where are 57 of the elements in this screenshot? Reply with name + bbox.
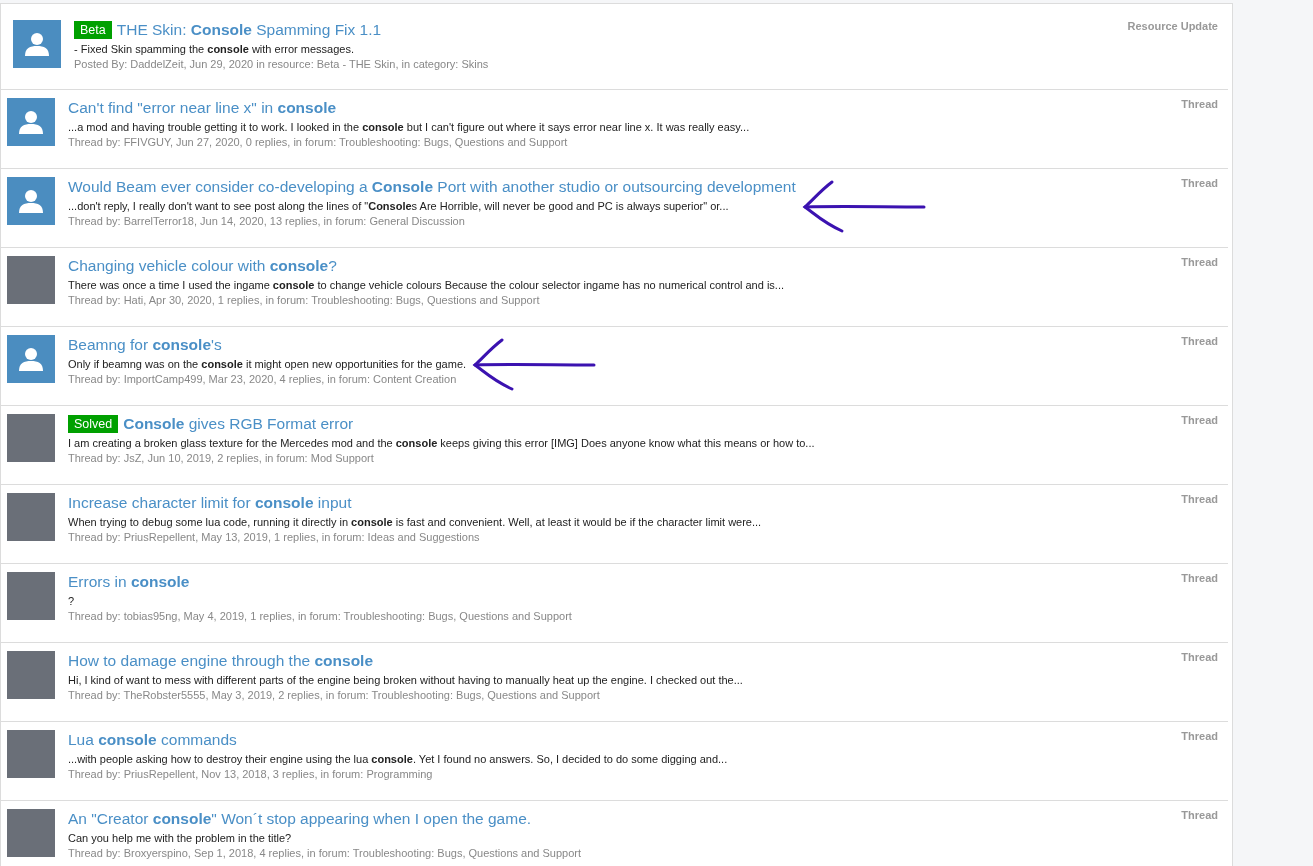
result-snippet: When trying to debug some lua code, running it directly in console is fast and convenient. Well, at least it would be if the character limit were... (68, 516, 762, 528)
result-type: Thread (1181, 414, 1218, 426)
avatar-icon[interactable] (7, 177, 55, 225)
result-meta: Thread by: Broxyerspino, Sep 1, 2018, 4 replies, in forum: Troubleshooting: Bugs, Questions and Support (68, 847, 582, 859)
avatar-icon[interactable] (7, 98, 55, 146)
result-title-link[interactable]: Console gives RGB Format error (123, 414, 354, 434)
result-meta: Thread by: ImportCamp499, Mar 23, 2020, 4 replies, in forum: Content Creation (68, 373, 458, 385)
result-meta: Thread by: tobias95ng, May 4, 2019, 1 replies, in forum: Troubleshooting: Bugs, Questions and Support (68, 610, 572, 622)
result-meta: Thread by: BarrelTerror18, Jun 14, 2020, 13 replies, in forum: General Discussion (68, 215, 466, 227)
result-snippet: ...a mod and having trouble getting it to work. I looked in the console but I can't figure out where it says error near line x. It was really easy... (68, 121, 750, 133)
prefix-label: Beta (74, 21, 112, 39)
result-snippet: ? (68, 595, 76, 607)
result-title-link[interactable]: Beamng for console's (68, 335, 222, 355)
result-type: Thread (1181, 730, 1218, 742)
result-type: Thread (1181, 809, 1218, 821)
result-type: Resource Update (1127, 20, 1218, 32)
result-title-link[interactable]: How to damage engine through the console (68, 651, 374, 671)
avatar-image[interactable] (7, 809, 55, 857)
result-snippet: Only if beamng was on the console it might open new opportunities for the game. (68, 358, 467, 370)
result-title-link[interactable]: Increase character limit for console input (68, 493, 352, 513)
avatar-image[interactable] (7, 493, 55, 541)
result-meta: Thread by: JsZ, Jun 10, 2019, 2 replies, in forum: Mod Support (68, 452, 375, 464)
result-meta: Thread by: TheRobster5555, May 3, 2019, 2 replies, in forum: Troubleshooting: Bugs, Questions and Support (68, 689, 601, 701)
prefix-label: Solved (68, 415, 119, 433)
result-title-link[interactable]: Can't find "error near line x" in console (68, 98, 337, 118)
result-type: Thread (1181, 651, 1218, 663)
avatar-image[interactable] (7, 414, 55, 462)
avatar-image[interactable] (7, 730, 55, 778)
result-title-link[interactable]: An "Creator console" Won´t stop appearing when I open the game. (68, 809, 532, 829)
avatar-icon[interactable] (7, 335, 55, 383)
result-snippet: Hi, I kind of want to mess with different parts of the engine being broken without having to manually heat up the engine. I checked out the... (68, 674, 743, 686)
result-title-link[interactable]: Lua console commands (68, 730, 237, 750)
result-snippet: There was once a time I used the ingame console to change vehicle colours Because the colour selector ingame has no numerical control and is... (68, 279, 785, 291)
result-meta: Posted By: DaddelZeit, Jun 29, 2020 in resource: Beta - THE Skin, in category: Skins (74, 58, 489, 70)
result-title-link[interactable]: Errors in console (68, 572, 190, 592)
result-type: Thread (1181, 572, 1218, 584)
result-meta: Thread by: Hati, Apr 30, 2020, 1 replies, in forum: Troubleshooting: Bugs, Questions and Support (68, 294, 541, 306)
result-meta: Thread by: PriusRepellent, May 13, 2019, 1 replies, in forum: Ideas and Suggestions (68, 531, 481, 543)
result-title-link[interactable]: Changing vehicle colour with console? (68, 256, 337, 276)
result-meta: Thread by: FFIVGUY, Jun 27, 2020, 0 replies, in forum: Troubleshooting: Bugs, Questions and Support (68, 136, 569, 148)
result-type: Thread (1181, 493, 1218, 505)
result-type: Thread (1181, 256, 1218, 268)
result-type: Thread (1181, 177, 1218, 189)
result-snippet: ...with people asking how to destroy their engine using the lua console. Yet I found no answers. So, I decided to do some digging and... (68, 753, 728, 765)
avatar-image[interactable] (7, 572, 55, 620)
avatar-image[interactable] (7, 651, 55, 699)
result-type: Thread (1181, 98, 1218, 110)
result-snippet: ...don't reply, I really don't want to see post along the lines of "Consoles Are Horrible, will never be good and PC is always superior" or... (68, 200, 730, 212)
avatar-icon[interactable] (13, 20, 61, 68)
avatar-image[interactable] (7, 256, 55, 304)
result-title-link[interactable]: THE Skin: Console Spamming Fix 1.1 (116, 20, 382, 40)
result-snippet: I am creating a broken glass texture for the Mercedes mod and the console keeps giving this error [IMG] Does anyone know what this means or how to... (68, 437, 815, 449)
result-snippet: - Fixed Skin spamming the console with error messages. (74, 43, 355, 55)
result-type: Thread (1181, 335, 1218, 347)
result-snippet: Can you help me with the problem in the title? (68, 832, 293, 844)
result-meta: Thread by: PriusRepellent, Nov 13, 2018, 3 replies, in forum: Programming (68, 768, 434, 780)
result-title-link[interactable]: Would Beam ever consider co-developing a Console Port with another studio or outsourcing development (68, 177, 796, 197)
